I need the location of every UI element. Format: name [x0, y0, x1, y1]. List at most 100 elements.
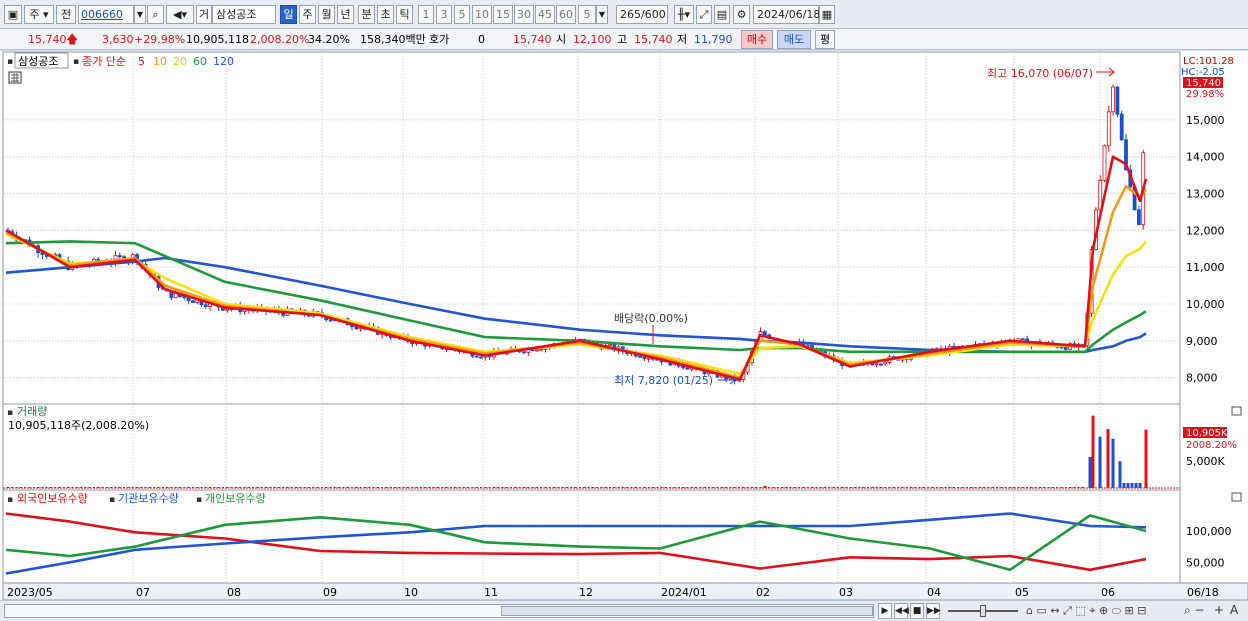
svg-text:▪: ▪: [7, 408, 13, 418]
buy-button[interactable]: 매수: [741, 30, 773, 49]
volume-pct-tag: 2008.20%: [1186, 440, 1237, 451]
volume-bar-2024/06/12: [1118, 461, 1122, 488]
x-tick-6: 12: [579, 586, 593, 599]
period-month[interactable]: 월: [318, 5, 335, 24]
scroll-right-icon[interactable]: ▶: [878, 603, 892, 619]
high-price: 15,740: [634, 33, 673, 46]
candle-body: [225, 308, 230, 311]
zoom-in-icon[interactable]: +: [1214, 603, 1224, 617]
candle-body: [474, 355, 479, 358]
interval-3[interactable]: 3: [436, 5, 452, 24]
interval-30[interactable]: 30: [514, 5, 534, 24]
dividend-annotation: 배당락(0.00%): [614, 312, 688, 325]
volume-y-tick: 5,000K: [1186, 455, 1225, 468]
candle-body: [1102, 145, 1107, 181]
legend-institution: 기관보유수량: [118, 492, 179, 505]
candle-body: [535, 349, 539, 352]
code-dropdown-icon[interactable]: ▼: [134, 5, 146, 24]
settings-gear-icon[interactable]: ⚙: [733, 5, 750, 24]
interval-1[interactable]: 1: [418, 5, 434, 24]
volume-bar-late-0: [1122, 483, 1126, 488]
top-toolbar: ▣ 주 ▾ 전 006660 ▼ ⌕ ◀▾ 거 삼성공조 일 주 월 년 분 초…: [0, 0, 1248, 29]
volume-bar-2024/06/07: [1106, 429, 1110, 488]
interval-45[interactable]: 45: [535, 5, 555, 24]
market-select[interactable]: 주 ▾: [24, 5, 54, 24]
calendar-icon[interactable]: ▦: [819, 5, 835, 24]
date-field[interactable]: 2024/06/18: [753, 5, 820, 24]
open-price: 12,100: [573, 33, 612, 46]
volume-bar-2024/06/18: [1144, 429, 1148, 488]
x-tick-5: 11: [484, 586, 498, 599]
avg-button[interactable]: 평: [815, 30, 835, 49]
ma-legend-120: 120: [213, 55, 234, 68]
scrollbar-thumb[interactable]: [501, 606, 873, 616]
hoga-label: 호가: [429, 33, 450, 46]
period-week[interactable]: 주: [299, 5, 316, 24]
market-label: 주: [29, 8, 40, 21]
period-second[interactable]: 초: [377, 5, 394, 24]
zoom-slider-handle[interactable]: [980, 605, 986, 617]
sell-button[interactable]: 매도: [777, 30, 811, 49]
stop-icon[interactable]: ■: [910, 603, 924, 619]
price-y-tick-0: 15,000: [1186, 114, 1225, 127]
x-axis-strip: [2, 582, 1248, 601]
hoga-value: 0: [478, 33, 485, 46]
x-tick-9: 03: [839, 586, 853, 599]
stock-chart[interactable]: 15,000 14,000 13,000 12,000 11,000 10,000 9,00…: [0, 51, 1248, 601]
chart-area: 15,000 14,000 13,000 12,000 11,000 10,000 9,00…: [0, 51, 1248, 601]
x-tick-12: 06: [1101, 586, 1115, 599]
window-menu-icon[interactable]: ▣: [4, 5, 22, 24]
fast-forward-icon[interactable]: ▶▶: [926, 603, 941, 619]
hoga-price: 15,740: [513, 33, 552, 46]
draw-tool-icon[interactable]: ⤢: [696, 5, 712, 24]
hc-label: HC:-2.05: [1181, 67, 1225, 78]
volume-bar-late-1: [1126, 483, 1130, 488]
period-tick[interactable]: 틱: [396, 5, 413, 24]
search-icon[interactable]: ⌕: [147, 5, 164, 24]
volume-bar-2024/06/03: [1088, 456, 1092, 488]
interval-15[interactable]: 15: [493, 5, 513, 24]
candle-body: [1137, 209, 1141, 225]
holdings-y-tick-1: 50,000: [1186, 556, 1225, 569]
exchange-label[interactable]: 거: [196, 5, 212, 24]
interval-input[interactable]: 5: [578, 5, 596, 24]
chart-scrollbar[interactable]: [4, 604, 874, 618]
count-field[interactable]: 265/600: [616, 5, 668, 24]
ma-legend-label: 종가 단순: [82, 55, 126, 68]
period-day[interactable]: 일: [280, 5, 297, 24]
candle-type-icon[interactable]: ╫▾: [674, 5, 694, 24]
period-minute[interactable]: 분: [358, 5, 375, 24]
candle-body: [190, 300, 195, 303]
count-max: /600: [641, 8, 666, 21]
interval-60[interactable]: 60: [556, 5, 576, 24]
interval-5[interactable]: 5: [454, 5, 470, 24]
low-label: 저: [677, 33, 688, 46]
save-icon[interactable]: ▤: [714, 5, 730, 24]
auto-scale-icon[interactable]: A: [1230, 603, 1238, 617]
holdings-pane-close-icon[interactable]: [1231, 492, 1242, 502]
stock-code-input[interactable]: 006660: [78, 5, 134, 24]
price-y-tick-2: 13,000: [1186, 188, 1225, 201]
tool-icons[interactable]: ⌂ ▭ ↔ ⤢ ⬚ ⌖ ⊕ ⬭ ⊞ ⊟: [1026, 604, 1147, 618]
prev-button[interactable]: 전: [56, 5, 76, 24]
trade-value: 158,340백만: [360, 33, 426, 46]
volume-pane-close-icon[interactable]: [1231, 406, 1242, 416]
stock-label: 삼성공조: [18, 55, 58, 68]
legend-individual: 개인보유수량: [205, 492, 266, 505]
interval-10[interactable]: 10: [472, 5, 492, 24]
interval-dropdown-icon[interactable]: ▼: [596, 5, 608, 24]
candle-body: [638, 355, 642, 358]
high-label: 고: [617, 33, 628, 46]
x-tick-10: 04: [927, 586, 941, 599]
rewind-icon[interactable]: ◀◀: [894, 603, 909, 619]
up-arrow-icon: 🡅: [66, 32, 79, 46]
legend-foreign: 외국인보유수량: [17, 492, 88, 505]
period-year[interactable]: 년: [337, 5, 354, 24]
candle-body: [1111, 86, 1115, 113]
volume-value: 10,905,118: [186, 33, 249, 46]
x-tick-3: 09: [323, 586, 337, 599]
speaker-icon[interactable]: ◀▾: [166, 5, 194, 24]
stock-name-field[interactable]: 삼성공조: [212, 5, 276, 24]
ma-legend-10: 10: [153, 55, 167, 68]
zoom-out-icon[interactable]: ⌕ −: [1184, 603, 1205, 618]
